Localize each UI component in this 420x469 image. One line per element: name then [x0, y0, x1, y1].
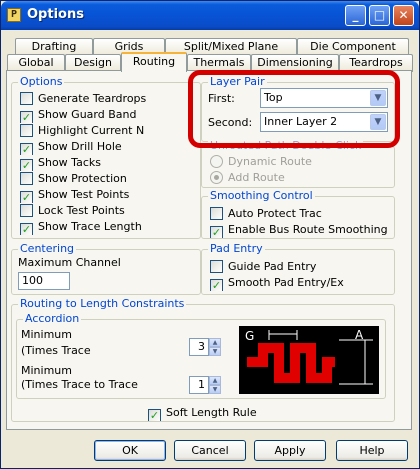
checkbox-highlight-current-net[interactable]	[20, 124, 33, 137]
apply-button[interactable]: Apply	[254, 440, 326, 461]
ok-button[interactable]: OK	[94, 440, 166, 461]
radio-dynamic-route[interactable]: Dynamic Route	[210, 155, 390, 170]
checkbox-auto-protect-trace[interactable]	[210, 207, 223, 220]
accordion-title: Accordion	[23, 312, 82, 325]
tab-panel: Options Generate Teardrops ✓ Show Guard B…	[6, 70, 412, 430]
maximize-button[interactable]: □	[369, 5, 390, 26]
chevron-down-icon[interactable]: ▼	[370, 90, 386, 106]
option-enable-bus-route-smoothing[interactable]: ✓ Enable Bus Route Smoothing	[210, 223, 392, 238]
radio-dynamic-route-dot[interactable]	[210, 155, 223, 168]
chevron-down-icon[interactable]: ▼	[370, 114, 386, 130]
min1-label: Minimum	[21, 328, 72, 341]
smoothing-control-title: Smoothing Control	[208, 189, 315, 202]
checkbox-soft-length-rule[interactable]: ✓	[148, 409, 161, 421]
options-group: Options Generate Teardrops ✓ Show Guard B…	[11, 75, 201, 239]
first-layer-select[interactable]: Top ▼	[260, 88, 388, 108]
centering-group: Centering Maximum Channel 100	[11, 242, 201, 295]
option-highlight-current-net[interactable]: Highlight Current N	[20, 124, 198, 139]
accordion-preview-graphic: G A	[245, 328, 373, 385]
title-bar[interactable]: P Options _ □ ✕	[1, 1, 419, 30]
label-g: G	[245, 329, 254, 343]
checkbox-show-tacks[interactable]: ✓	[20, 159, 33, 171]
radio-add-route[interactable]: Add Route	[210, 171, 390, 186]
routing-length-group: Routing to Length Constraints Accordion …	[11, 297, 395, 422]
maximum-channel-label: Maximum Channel	[18, 256, 121, 269]
option-show-guard-band[interactable]: ✓ Show Guard Band	[20, 108, 200, 123]
accordion-group: Accordion Minimum (Times Trace 3 ▲ ▼ Min…	[16, 312, 386, 399]
checkbox-show-trace-length[interactable]: ✓	[20, 223, 33, 235]
option-guide-pad-entry[interactable]: Guide Pad Entry	[210, 260, 390, 275]
option-lock-test-points[interactable]: Lock Test Points	[20, 204, 200, 219]
maximum-channel-input[interactable]: 100	[18, 272, 70, 290]
layer-pair-group: Layer Pair First: Top ▼ Second: Inner La…	[201, 75, 395, 142]
option-show-tacks[interactable]: ✓ Show Tacks	[20, 156, 200, 171]
second-layer-select[interactable]: Inner Layer 2 ▼	[260, 112, 388, 132]
option-show-drill-hole[interactable]: ✓ Show Drill Hole	[20, 140, 200, 155]
checkbox-guide-pad-entry[interactable]	[210, 260, 223, 273]
label-a: A	[355, 328, 364, 342]
checkbox-enable-bus-route-smoothing[interactable]: ✓	[210, 226, 223, 238]
checkbox-generate-teardrops[interactable]	[20, 92, 33, 105]
radio-add-route-dot[interactable]	[210, 171, 223, 184]
checkbox-lock-test-points[interactable]	[20, 204, 33, 217]
close-button[interactable]: ✕	[393, 5, 414, 26]
min1-stepper[interactable]: 3 ▲ ▼	[189, 338, 221, 356]
checkbox-show-test-points[interactable]: ✓	[20, 191, 33, 203]
option-smooth-pad-entry[interactable]: ✓ Smooth Pad Entry/Ex	[210, 276, 390, 291]
min2-stepper[interactable]: 1 ▲ ▼	[189, 376, 221, 394]
window-title: Options	[27, 7, 84, 22]
centering-title: Centering	[18, 242, 77, 255]
min2-label: Minimum	[21, 364, 72, 377]
min1-label-2: (Times Trace	[21, 344, 91, 357]
min2-label-2: (Times Trace to Trace	[21, 378, 138, 391]
checkbox-show-protection[interactable]	[20, 172, 33, 185]
second-layer-label: Second:	[208, 116, 253, 129]
option-soft-length-rule[interactable]: ✓ Soft Length Rule	[148, 406, 288, 421]
option-show-test-points[interactable]: ✓ Show Test Points	[20, 188, 200, 203]
routing-length-title: Routing to Length Constraints	[18, 297, 187, 310]
spin-up-icon[interactable]: ▲	[209, 338, 221, 347]
smoothing-control-group: Smoothing Control Auto Protect Trac ✓ Ena…	[201, 189, 395, 239]
option-show-trace-length[interactable]: ✓ Show Trace Length	[20, 220, 200, 235]
pad-entry-group: Pad Entry Guide Pad Entry ✓ Smooth Pad En…	[201, 242, 395, 295]
min2-value[interactable]: 1	[189, 376, 209, 394]
option-auto-protect-trace[interactable]: Auto Protect Trac	[210, 207, 390, 222]
option-show-protection[interactable]: Show Protection	[20, 172, 200, 187]
spin-up-icon[interactable]: ▲	[209, 376, 221, 385]
accordion-preview: G A	[239, 326, 379, 394]
unrouted-path-group: Unrouted Path Double-Click Dynamic Route…	[201, 139, 395, 188]
checkbox-show-guard-band[interactable]: ✓	[20, 111, 33, 123]
options-group-title: Options	[18, 75, 65, 88]
spin-down-icon[interactable]: ▼	[209, 385, 221, 394]
checkbox-smooth-pad-entry[interactable]: ✓	[210, 279, 223, 291]
layer-pair-title: Layer Pair	[208, 75, 267, 88]
unrouted-path-title: Unrouted Path Double-Click	[208, 139, 364, 152]
app-icon: P	[7, 8, 21, 22]
spin-down-icon[interactable]: ▼	[209, 347, 221, 356]
help-button[interactable]: Help	[336, 440, 408, 461]
cancel-button[interactable]: Cancel	[174, 440, 246, 461]
option-generate-teardrops[interactable]: Generate Teardrops	[20, 92, 200, 107]
pad-entry-title: Pad Entry	[208, 242, 265, 255]
minimize-button[interactable]: _	[345, 5, 366, 26]
first-layer-label: First:	[208, 92, 235, 105]
checkbox-show-drill-hole[interactable]: ✓	[20, 143, 33, 155]
tab-routing[interactable]: Routing	[121, 52, 187, 72]
min1-value[interactable]: 3	[189, 338, 209, 356]
